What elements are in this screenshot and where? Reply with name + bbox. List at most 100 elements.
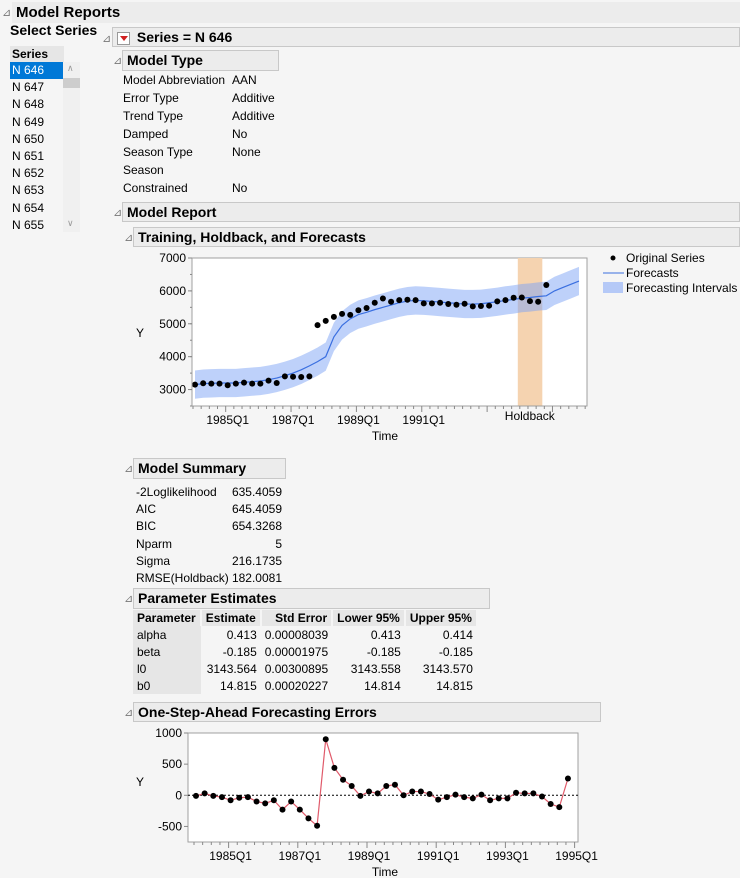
collapse-triangle-icon[interactable]: ⊿ — [2, 6, 11, 19]
data-point — [314, 322, 321, 329]
series-list-header: Series — [10, 46, 64, 62]
error-point — [244, 794, 251, 801]
collapse-triangle-icon[interactable]: ⊿ — [124, 462, 133, 475]
series-list-item[interactable]: N 655 — [10, 217, 64, 234]
series-list-item[interactable]: N 654 — [10, 200, 64, 217]
error-point — [452, 791, 459, 798]
error-point — [262, 800, 269, 807]
series-scrollbar[interactable]: ∧ ∨ — [63, 62, 80, 232]
error-point — [409, 788, 416, 795]
data-point — [379, 295, 386, 302]
x-tick-label: 1987Q1 — [272, 413, 315, 427]
model-report-header[interactable]: Model Report — [122, 202, 740, 222]
column-header: Upper 95% — [404, 610, 478, 626]
data-point — [241, 379, 248, 386]
data-point — [494, 298, 501, 305]
scroll-up-icon[interactable]: ∧ — [67, 63, 74, 74]
y-tick-label: 5000 — [159, 317, 186, 331]
table-cell: 0.00001975 — [264, 644, 329, 659]
errors-section-header[interactable]: One-Step-Ahead Forecasting Errors — [133, 702, 601, 722]
data-point — [290, 373, 297, 380]
data-point — [535, 298, 542, 305]
series-list-item[interactable]: N 652 — [10, 165, 64, 182]
x-tick-label: 1991Q1 — [417, 849, 460, 863]
summary-label: BIC — [136, 519, 157, 534]
y-tick-label: 0 — [175, 788, 182, 802]
collapse-triangle-icon[interactable]: ⊿ — [124, 231, 133, 244]
data-point — [396, 297, 403, 304]
series-list-item[interactable]: N 647 — [10, 79, 64, 96]
data-point — [388, 298, 395, 305]
data-point — [363, 304, 370, 311]
table-row: alpha 0.413 0.00008039 0.413 0.414 — [133, 626, 477, 643]
series-list-item[interactable]: N 650 — [10, 131, 64, 148]
table-cell: l0 — [133, 660, 201, 677]
x-tick-label: 1995Q1 — [555, 849, 598, 863]
model-reports-header[interactable]: Model Reports — [12, 2, 740, 23]
series-section-header[interactable]: Series = N 646 — [112, 27, 740, 47]
model-type-header[interactable]: Model Type — [122, 50, 279, 71]
data-point — [371, 299, 378, 306]
model-summary-title: Model Summary — [138, 460, 247, 476]
x-tick-label: 1985Q1 — [209, 849, 252, 863]
column-header: Estimate — [200, 610, 262, 626]
error-point — [391, 781, 398, 788]
summary-value: 216.1735 — [231, 553, 282, 568]
series-list-item[interactable]: N 653 — [10, 182, 64, 199]
data-point — [445, 301, 452, 308]
scroll-down-icon[interactable]: ∨ — [67, 218, 74, 229]
error-point — [539, 793, 545, 800]
errors-section-title: One-Step-Ahead Forecasting Errors — [138, 704, 377, 720]
parameter-estimates-header[interactable]: Parameter Estimates — [133, 588, 490, 609]
model-type-label: Model Abbreviation — [123, 73, 226, 87]
series-list-item[interactable]: N 646 — [10, 62, 64, 80]
model-type-value: Additive — [232, 91, 275, 105]
table-cell: 0.00300895 — [264, 661, 329, 676]
series-header-title: Series = N 646 — [136, 29, 233, 45]
table-cell: beta — [133, 643, 201, 660]
collapse-triangle-icon[interactable]: ⊿ — [124, 706, 133, 719]
error-point — [193, 792, 199, 799]
summary-value: 635.4059 — [231, 485, 282, 499]
error-point — [504, 795, 511, 802]
collapse-triangle-icon[interactable]: ⊿ — [113, 54, 122, 67]
forecast-section-header[interactable]: Training, Holdback, and Forecasts — [133, 227, 740, 247]
error-point — [556, 804, 563, 811]
y-tick-label: 6000 — [159, 284, 186, 298]
table-cell: 0.413 — [226, 627, 257, 642]
error-point — [469, 795, 476, 802]
summary-value: 645.4059 — [231, 502, 282, 517]
table-cell: 0.414 — [442, 627, 473, 642]
table-row: b0 14.815 0.00020227 14.814 14.815 — [133, 677, 477, 694]
series-list-item[interactable]: N 649 — [10, 114, 64, 131]
scroll-thumb[interactable] — [63, 78, 80, 88]
legend-label: Forecasting Intervals — [626, 281, 737, 295]
model-type-label: Damped — [123, 127, 169, 141]
collapse-triangle-icon[interactable]: ⊿ — [113, 206, 122, 219]
series-list-item[interactable]: N 651 — [10, 148, 64, 165]
legend-dot-icon — [610, 255, 616, 261]
table-cell: 0.413 — [370, 627, 401, 642]
collapse-triangle-icon[interactable]: ⊿ — [102, 32, 111, 45]
data-point — [502, 297, 509, 304]
model-type-label: Season Type — [123, 145, 193, 159]
summary-label: Nparm — [136, 536, 173, 551]
model-summary-header[interactable]: Model Summary — [133, 458, 286, 479]
red-menu-triangle-icon[interactable] — [117, 31, 130, 45]
data-point — [208, 380, 215, 387]
collapse-triangle-icon[interactable]: ⊿ — [124, 592, 133, 605]
error-point — [218, 794, 225, 801]
x-tick-label: 1989Q1 — [337, 413, 380, 427]
error-point — [513, 789, 520, 796]
y-tick-label: 1000 — [155, 726, 182, 740]
error-point — [564, 775, 571, 782]
data-point — [486, 302, 493, 309]
data-point — [347, 311, 354, 318]
legend-label: Original Series — [626, 251, 705, 265]
data-point — [428, 300, 435, 307]
column-header: Lower 95% — [332, 610, 406, 626]
data-point — [510, 294, 517, 301]
series-list-item[interactable]: N 648 — [10, 96, 64, 113]
summary-label: Sigma — [136, 553, 171, 568]
summary-value: 182.0081 — [231, 571, 282, 585]
